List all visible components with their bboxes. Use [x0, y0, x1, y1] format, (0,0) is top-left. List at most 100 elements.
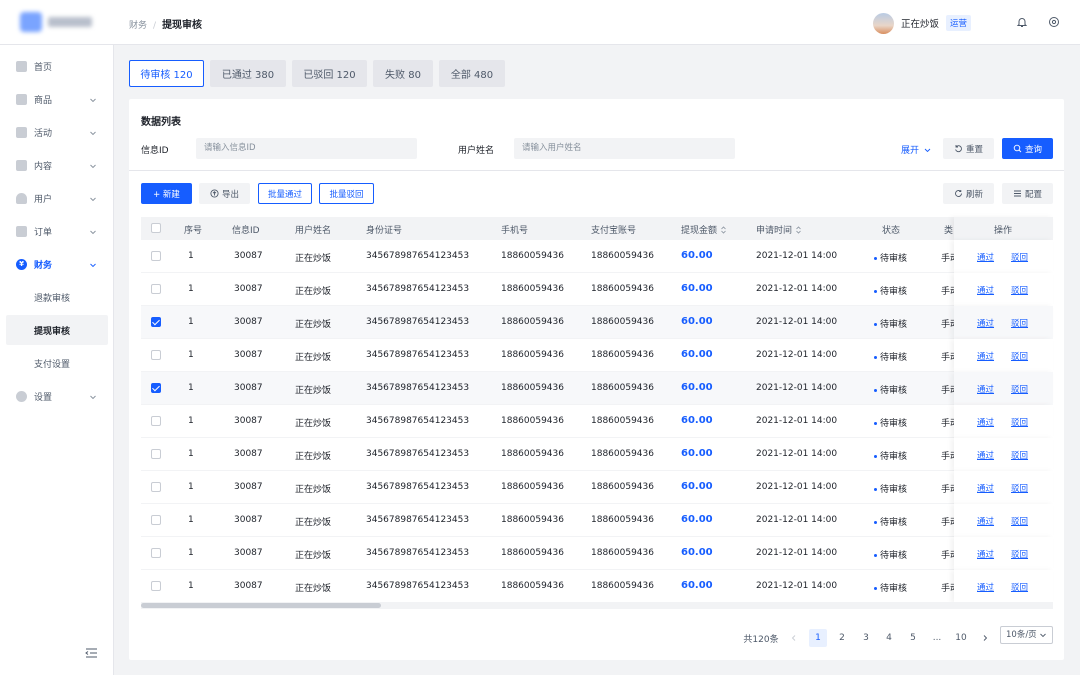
- pass-link[interactable]: 通过: [977, 416, 994, 428]
- pass-link[interactable]: 通过: [977, 251, 994, 263]
- breadcrumb-parent[interactable]: 财务: [129, 21, 147, 31]
- pass-link[interactable]: 通过: [977, 515, 994, 527]
- page-5[interactable]: 5: [904, 629, 922, 647]
- card-title: 数据列表: [141, 117, 181, 128]
- tab-failed[interactable]: 失败 80: [373, 60, 433, 87]
- tab-approved[interactable]: 已通过 380: [210, 60, 286, 87]
- row-checkbox[interactable]: [151, 449, 161, 459]
- row-checkbox[interactable]: [151, 482, 161, 492]
- tab-rejected[interactable]: 已驳回 120: [292, 60, 367, 87]
- sidebar-item-settings[interactable]: 设置: [0, 380, 114, 413]
- pass-link[interactable]: 通过: [977, 350, 994, 362]
- batch-pass-button[interactable]: 批量通过: [258, 183, 312, 204]
- row-checkbox[interactable]: [151, 317, 161, 327]
- reject-link[interactable]: 驳回: [1011, 416, 1028, 428]
- row-checkbox[interactable]: [151, 416, 161, 426]
- reject-link[interactable]: 驳回: [1011, 251, 1028, 263]
- username-input[interactable]: 请输入用户姓名: [514, 138, 735, 159]
- row-checkbox[interactable]: [151, 251, 161, 261]
- next-page-button[interactable]: [976, 629, 994, 647]
- column-header-amount[interactable]: 提现金额: [681, 223, 727, 236]
- pass-link[interactable]: 通过: [977, 548, 994, 560]
- pass-link[interactable]: 通过: [977, 482, 994, 494]
- page-4[interactable]: 4: [880, 629, 898, 647]
- page-10[interactable]: 10: [952, 629, 970, 647]
- table-row[interactable]: 1 30087 正在炒饭 345678987654123453 18860059436 1…: [141, 339, 1053, 372]
- collapse-sidebar-icon[interactable]: [85, 647, 98, 659]
- new-button[interactable]: + 新建: [141, 183, 192, 204]
- table-row[interactable]: 1 30087 正在炒饭 345678987654123453 18860059436 1…: [141, 372, 1053, 405]
- row-checkbox[interactable]: [151, 581, 161, 591]
- table-row[interactable]: 1 30087 正在炒饭 345678987654123453 18860059436 1…: [141, 570, 1053, 603]
- sidebar-item-goods[interactable]: 商品: [0, 83, 114, 116]
- reject-link[interactable]: 驳回: [1011, 350, 1028, 362]
- settings-icon: [16, 391, 27, 402]
- reject-link[interactable]: 驳回: [1011, 317, 1028, 329]
- reject-link[interactable]: 驳回: [1011, 284, 1028, 296]
- avatar[interactable]: [873, 12, 894, 34]
- pass-link[interactable]: 通过: [977, 383, 994, 395]
- refresh-button[interactable]: 刷新: [943, 183, 994, 204]
- sidebar-subitem-refund-review[interactable]: 退款审核: [6, 282, 108, 312]
- logo[interactable]: [20, 12, 92, 32]
- reject-link[interactable]: 驳回: [1011, 383, 1028, 395]
- table-row[interactable]: 1 30087 正在炒饭 345678987654123453 18860059436 1…: [141, 471, 1053, 504]
- table-row[interactable]: 1 30087 正在炒饭 345678987654123453 18860059436 1…: [141, 273, 1053, 306]
- page-ellipsis[interactable]: ...: [928, 629, 946, 647]
- sidebar-item-order[interactable]: 订单: [0, 215, 114, 248]
- sidebar-subitem-withdraw-review[interactable]: 提现审核: [6, 315, 108, 345]
- export-button[interactable]: 导出: [199, 183, 250, 204]
- table-row[interactable]: 1 30087 正在炒饭 345678987654123453 18860059436 1…: [141, 306, 1053, 339]
- reject-link[interactable]: 驳回: [1011, 482, 1028, 494]
- info-id-input[interactable]: 请输入信息ID: [196, 138, 417, 159]
- sidebar-subitem-payment-settings[interactable]: 支付设置: [6, 348, 108, 378]
- prev-page-button[interactable]: [785, 629, 803, 647]
- horizontal-scrollbar[interactable]: [141, 602, 1053, 609]
- user-name[interactable]: 正在炒饭: [901, 16, 939, 30]
- user-menu[interactable]: 正在炒饭 运营: [873, 12, 972, 34]
- row-checkbox[interactable]: [151, 548, 161, 558]
- sidebar-item-home[interactable]: 首页: [0, 50, 114, 83]
- row-checkbox[interactable]: [151, 350, 161, 360]
- reject-link[interactable]: 驳回: [1011, 515, 1028, 527]
- page-1[interactable]: 1: [809, 629, 827, 647]
- select-all-checkbox[interactable]: [151, 223, 161, 233]
- table-row[interactable]: 1 30087 正在炒饭 345678987654123453 18860059436 1…: [141, 405, 1053, 438]
- table-row[interactable]: 1 30087 正在炒饭 345678987654123453 18860059436 1…: [141, 504, 1053, 537]
- reject-link[interactable]: 驳回: [1011, 548, 1028, 560]
- row-checkbox[interactable]: [151, 383, 161, 393]
- sidebar-item-content[interactable]: 内容: [0, 149, 114, 182]
- reset-button[interactable]: 重置: [943, 138, 994, 159]
- pass-link[interactable]: 通过: [977, 581, 994, 593]
- config-button[interactable]: 配置: [1002, 183, 1053, 204]
- tab-all[interactable]: 全部 480: [439, 60, 505, 87]
- sidebar-item-activity[interactable]: 活动: [0, 116, 114, 149]
- chevron-down-icon: [90, 395, 96, 399]
- row-checkbox[interactable]: [151, 515, 161, 525]
- settings-icon[interactable]: [1047, 15, 1061, 29]
- pass-link[interactable]: 通过: [977, 284, 994, 296]
- row-actions: 通过 驳回: [954, 240, 1053, 273]
- table-row[interactable]: 1 30087 正在炒饭 345678987654123453 18860059436 1…: [141, 438, 1053, 471]
- tab-pending[interactable]: 待审核 120: [129, 60, 204, 87]
- page-size-select[interactable]: 10条/页: [1000, 626, 1053, 644]
- pass-link[interactable]: 通过: [977, 317, 994, 329]
- reject-link[interactable]: 驳回: [1011, 449, 1028, 461]
- column-header-time[interactable]: 申请时间: [756, 223, 802, 236]
- row-checkbox[interactable]: [151, 284, 161, 294]
- page-3[interactable]: 3: [857, 629, 875, 647]
- table-row[interactable]: 1 30087 正在炒饭 345678987654123453 18860059436 1…: [141, 537, 1053, 570]
- amount-cell: 60.00: [681, 283, 713, 294]
- pass-link[interactable]: 通过: [977, 449, 994, 461]
- table-header: 序号 信息ID 用户姓名 身份证号 手机号 支付宝账号 提现金额 申请时间 状态…: [141, 217, 1053, 240]
- sidebar-item-user[interactable]: 用户: [0, 182, 114, 215]
- scrollbar-thumb[interactable]: [141, 603, 381, 608]
- batch-reject-button[interactable]: 批量驳回: [319, 183, 374, 204]
- bell-icon[interactable]: [1015, 15, 1029, 29]
- reject-link[interactable]: 驳回: [1011, 581, 1028, 593]
- expand-button[interactable]: 展开: [901, 143, 932, 156]
- sidebar-item-finance[interactable]: ¥ 财务: [0, 248, 114, 281]
- page-2[interactable]: 2: [833, 629, 851, 647]
- table-row[interactable]: 1 30087 正在炒饭 345678987654123453 18860059436 1…: [141, 240, 1053, 273]
- query-button[interactable]: 查询: [1002, 138, 1053, 159]
